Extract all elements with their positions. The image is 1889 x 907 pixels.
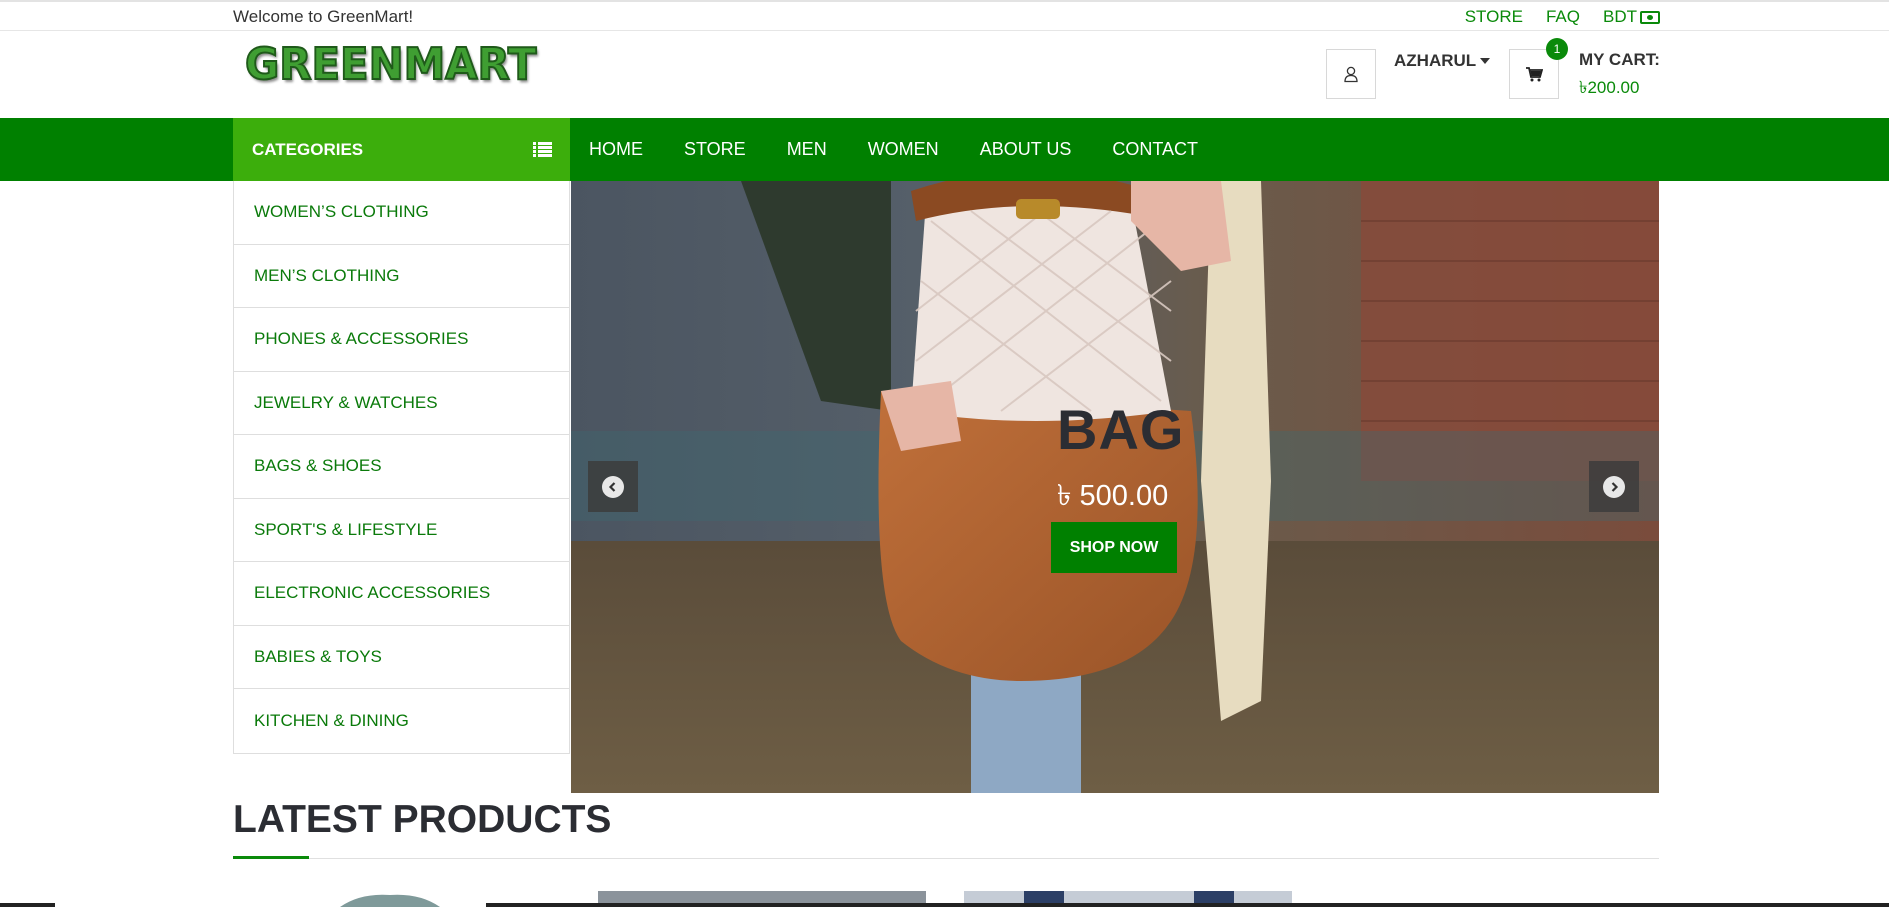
nav-about-us[interactable]: ABOUT US <box>980 139 1072 160</box>
nav-women[interactable]: WOMEN <box>868 139 939 160</box>
nav-contact[interactable]: CONTACT <box>1112 139 1198 160</box>
top-link-store[interactable]: STORE <box>1465 7 1523 27</box>
heading-underline <box>233 856 309 859</box>
cart-total: ৳200.00 <box>1579 78 1640 97</box>
shopping-cart-icon <box>1525 66 1543 81</box>
user-icon <box>1344 66 1358 83</box>
category-womens-clothing[interactable]: WOMEN’S CLOTHING <box>234 181 569 245</box>
menu-links: HOME STORE MEN WOMEN ABOUT US CONTACT <box>589 118 1239 181</box>
category-mens-clothing[interactable]: MEN’S CLOTHING <box>234 245 569 308</box>
cart-count-badge: 1 <box>1546 38 1568 60</box>
currency-label: BDT <box>1603 7 1637 26</box>
caret-down-icon <box>1480 58 1491 64</box>
logo[interactable]: GREENMART <box>244 38 537 91</box>
header: GREENMART AZHARUL 1 MY CART: ৳200.00 <box>0 31 1889 118</box>
money-icon <box>1640 10 1660 24</box>
welcome-text: Welcome to GreenMart! <box>233 7 414 26</box>
main-nav: CATEGORIES HOME STORE MEN WOMEN ABOUT US… <box>0 118 1889 181</box>
chevron-left-icon <box>602 475 624 498</box>
hero-slider: BAG ৳ 500.00 SHOP NOW <box>571 181 1659 793</box>
category-sports-lifestyle[interactable]: SPORT'S & LIFESTYLE <box>234 499 569 562</box>
user-menu[interactable]: AZHARUL <box>1394 51 1491 71</box>
categories-toggle[interactable]: CATEGORIES <box>233 118 570 181</box>
category-sidebar: WOMEN’S CLOTHING MEN’S CLOTHING PHONES &… <box>233 181 570 754</box>
top-link-faq[interactable]: FAQ <box>1546 7 1580 27</box>
section-divider <box>233 858 1659 859</box>
slide-price: ৳ 500.00 <box>1057 480 1169 512</box>
user-name: AZHARUL <box>1394 51 1477 70</box>
chevron-right-icon <box>1603 475 1625 498</box>
nav-men[interactable]: MEN <box>787 139 827 160</box>
currency-selector[interactable]: BDT <box>1603 7 1660 27</box>
categories-label: CATEGORIES <box>252 139 364 159</box>
category-babies-toys[interactable]: BABIES & TOYS <box>234 626 569 689</box>
slider-prev-button[interactable] <box>588 461 638 512</box>
category-bags-shoes[interactable]: BAGS & SHOES <box>234 435 569 499</box>
category-phones-accessories[interactable]: PHONES & ACCESSORIES <box>234 308 569 372</box>
shop-now-button[interactable]: SHOP NOW <box>1051 522 1177 573</box>
slider-next-button[interactable] <box>1589 461 1639 512</box>
top-links: STORE FAQ BDT <box>1465 7 1660 27</box>
latest-products-heading: LATEST PRODUCTS <box>233 798 612 841</box>
cart-label: MY CART: <box>1579 50 1660 69</box>
user-account-button[interactable] <box>1326 49 1376 99</box>
slide-title: BAG <box>1057 398 1185 461</box>
nav-store[interactable]: STORE <box>684 139 746 160</box>
list-icon <box>533 142 552 157</box>
page-bottom-edge <box>0 903 1889 907</box>
category-jewelry-watches[interactable]: JEWELRY & WATCHES <box>234 372 569 435</box>
category-electronic-accessories[interactable]: ELECTRONIC ACCESSORIES <box>234 562 569 626</box>
nav-home[interactable]: HOME <box>589 139 643 160</box>
category-kitchen-dining[interactable]: KITCHEN & DINING <box>234 689 569 753</box>
top-bar: Welcome to GreenMart! STORE FAQ BDT <box>0 0 1889 31</box>
